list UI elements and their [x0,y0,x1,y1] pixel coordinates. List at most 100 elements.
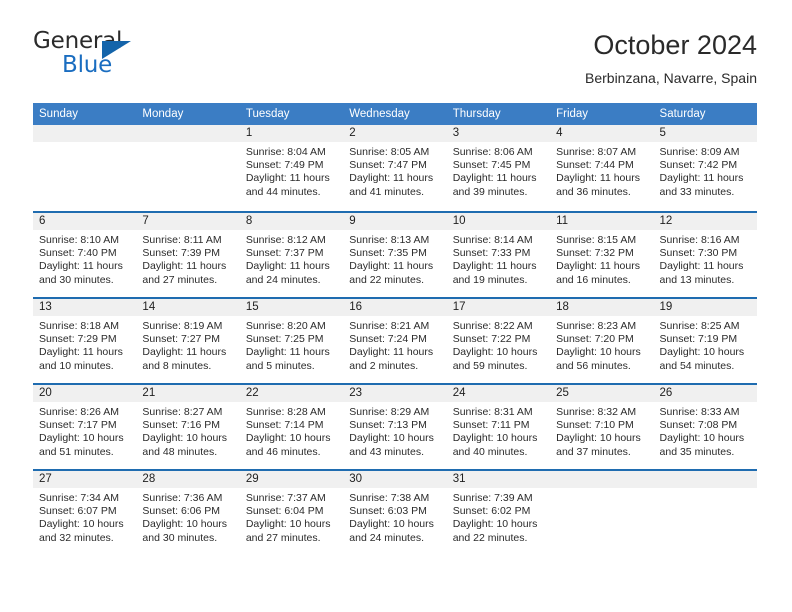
day-cell-14[interactable]: 14 Sunrise: 8:19 AM Sunset: 7:27 PM Dayligh… [136,299,240,383]
day-cell-20[interactable]: 20 Sunrise: 8:26 AM Sunset: 7:17 PM Dayligh… [33,385,137,469]
day-cell-empty [136,125,240,211]
day-info: Sunrise: 7:36 AM Sunset: 6:06 PM Daylight:… [136,488,239,545]
weekday-header-friday: Friday [556,108,589,120]
day-cell-21[interactable]: 21 Sunrise: 8:27 AM Sunset: 7:16 PM Dayligh… [136,385,240,469]
daylight-text: Daylight: 11 hours and 10 minutes. [39,346,123,372]
daylight-text: Daylight: 11 hours and 41 minutes. [349,172,434,198]
day-cell-29[interactable]: 29 Sunrise: 7:37 AM Sunset: 6:04 PM Dayligh… [239,471,344,555]
day-number: 7 [136,213,240,230]
sunset-text: Sunset: 7:22 PM [452,333,531,346]
daylight-text: Daylight: 10 hours and 30 minutes. [142,518,228,544]
day-cell-7[interactable]: 7 Sunrise: 8:11 AM Sunset: 7:39 PM Daylight… [136,213,240,297]
day-info: Sunrise: 8:26 AM Sunset: 7:17 PM Daylight:… [33,402,136,459]
day-number: 15 [239,299,344,316]
sunset-text: Sunset: 7:20 PM [556,333,634,346]
sunrise-text: Sunrise: 8:15 AM [556,234,637,246]
day-cell-16[interactable]: 16 Sunrise: 8:21 AM Sunset: 7:24 PM Dayligh… [343,299,447,383]
day-info: Sunrise: 7:37 AM Sunset: 6:04 PM Daylight:… [240,488,343,545]
sunset-text: Sunset: 6:04 PM [245,505,324,518]
logo-text-blue: Blue [62,52,113,78]
daylight-text: Daylight: 10 hours and 32 minutes. [39,518,124,544]
day-cell-31[interactable]: 31 Sunrise: 7:39 AM Sunset: 6:02 PM Dayligh… [446,471,551,555]
general-blue-logo[interactable]: General Blue [33,28,253,86]
day-number: 17 [446,299,551,316]
day-cell-8[interactable]: 8 Sunrise: 8:12 AM Sunset: 7:37 PM Daylight… [239,213,344,297]
daylight-text: Daylight: 10 hours and 22 minutes. [452,518,538,544]
sunrise-text: Sunrise: 7:38 AM [349,492,430,504]
day-number: 30 [343,471,447,488]
sunset-text: Sunset: 7:16 PM [142,419,221,432]
daylight-text: Daylight: 11 hours and 22 minutes. [349,260,434,286]
sunset-text: Sunset: 7:35 PM [349,247,427,260]
daylight-text: Daylight: 11 hours and 2 minutes. [349,346,434,372]
day-cell-28[interactable]: 28 Sunrise: 7:36 AM Sunset: 6:06 PM Dayligh… [136,471,240,555]
sunset-text: Sunset: 7:32 PM [556,247,634,260]
day-number: 12 [653,213,757,230]
day-cell-18[interactable]: 18 Sunrise: 8:23 AM Sunset: 7:20 PM Dayligh… [550,299,654,383]
day-cell-26[interactable]: 26 Sunrise: 8:33 AM Sunset: 7:08 PM Dayligh… [653,385,757,469]
page-title: October 2024 [593,30,757,60]
day-cell-15[interactable]: 15 Sunrise: 8:20 AM Sunset: 7:25 PM Dayligh… [239,299,344,383]
day-number: 14 [136,299,240,316]
sunset-text: Sunset: 7:11 PM [452,419,530,432]
daylight-text: Daylight: 11 hours and 24 minutes. [245,260,330,286]
day-cell-13[interactable]: 13 Sunrise: 8:18 AM Sunset: 7:29 PM Dayligh… [33,299,137,383]
sunset-text: Sunset: 7:10 PM [556,419,634,432]
day-info: Sunrise: 8:11 AM Sunset: 7:39 PM Daylight:… [136,230,239,287]
day-cell-1[interactable]: 1 Sunrise: 8:04 AM Sunset: 7:49 PM Daylight… [239,125,344,211]
day-number: 5 [653,125,757,142]
sunset-text: Sunset: 6:06 PM [142,505,221,518]
weekday-header-row: Sunday Monday Tuesday Wednesday Thursday Frid… [33,103,757,125]
day-number: 2 [343,125,447,142]
day-cell-12[interactable]: 12 Sunrise: 8:16 AM Sunset: 7:30 PM Dayligh… [653,213,757,297]
day-cell-27[interactable]: 27 Sunrise: 7:34 AM Sunset: 6:07 PM Dayligh… [33,471,137,555]
sunrise-text: Sunrise: 8:26 AM [39,406,119,418]
day-number: 8 [239,213,344,230]
day-cell-17[interactable]: 17 Sunrise: 8:22 AM Sunset: 7:22 PM Dayligh… [446,299,551,383]
sunrise-text: Sunrise: 8:12 AM [245,234,326,246]
day-info: Sunrise: 8:29 AM Sunset: 7:13 PM Daylight:… [343,402,446,459]
day-cell-11[interactable]: 11 Sunrise: 8:15 AM Sunset: 7:32 PM Dayligh… [550,213,654,297]
day-cell-10[interactable]: 10 Sunrise: 8:14 AM Sunset: 7:33 PM Dayligh… [446,213,551,297]
weekday-header-wednesday: Wednesday [349,108,410,120]
day-cell-25[interactable]: 25 Sunrise: 8:32 AM Sunset: 7:10 PM Dayligh… [550,385,654,469]
day-cell-24[interactable]: 24 Sunrise: 8:31 AM Sunset: 7:11 PM Dayligh… [446,385,551,469]
sunset-text: Sunset: 7:45 PM [452,159,531,172]
day-cell-23[interactable]: 23 Sunrise: 8:29 AM Sunset: 7:13 PM Dayligh… [343,385,447,469]
day-number [550,471,654,488]
sunset-text: Sunset: 6:07 PM [39,505,117,518]
day-info: Sunrise: 8:20 AM Sunset: 7:25 PM Daylight:… [240,316,343,373]
day-cell-5[interactable]: 5 Sunrise: 8:09 AM Sunset: 7:42 PM Daylight… [653,125,757,211]
daylight-text: Daylight: 10 hours and 40 minutes. [452,432,538,458]
sunset-text: Sunset: 6:02 PM [452,505,531,518]
calendar-page: General Blue October 2024 Berbinzana, Na… [0,0,792,612]
day-cell-4[interactable]: 4 Sunrise: 8:07 AM Sunset: 7:44 PM Daylight… [550,125,654,211]
daylight-text: Daylight: 10 hours and 54 minutes. [659,346,745,372]
calendar-week-row: 6 Sunrise: 8:10 AM Sunset: 7:40 PM Daylight… [33,211,757,297]
day-cell-2[interactable]: 2 Sunrise: 8:05 AM Sunset: 7:47 PM Daylight… [343,125,447,211]
calendar-week-row: 13 Sunrise: 8:18 AM Sunset: 7:29 PM Dayligh… [33,297,757,383]
sunrise-text: Sunrise: 7:34 AM [39,492,119,504]
calendar-weeks: 1 Sunrise: 8:04 AM Sunset: 7:49 PM Daylight… [33,125,757,555]
day-cell-3[interactable]: 3 Sunrise: 8:06 AM Sunset: 7:45 PM Daylight… [446,125,551,211]
sunset-text: Sunset: 7:33 PM [452,247,531,260]
day-cell-19[interactable]: 19 Sunrise: 8:25 AM Sunset: 7:19 PM Dayligh… [653,299,757,383]
day-info: Sunrise: 8:21 AM Sunset: 7:24 PM Daylight:… [343,316,446,373]
day-number: 11 [550,213,654,230]
day-cell-6[interactable]: 6 Sunrise: 8:10 AM Sunset: 7:40 PM Daylight… [33,213,137,297]
day-cell-22[interactable]: 22 Sunrise: 8:28 AM Sunset: 7:14 PM Dayligh… [239,385,344,469]
sunrise-text: Sunrise: 8:19 AM [142,320,223,332]
sunrise-text: Sunrise: 8:31 AM [452,406,533,418]
day-info: Sunrise: 8:15 AM Sunset: 7:32 PM Daylight:… [550,230,653,287]
day-number: 3 [446,125,551,142]
sunrise-text: Sunrise: 8:20 AM [245,320,326,332]
sunrise-text: Sunrise: 8:04 AM [245,146,326,158]
daylight-text: Daylight: 11 hours and 44 minutes. [245,172,330,198]
day-cell-9[interactable]: 9 Sunrise: 8:13 AM Sunset: 7:35 PM Daylight… [343,213,447,297]
day-cell-30[interactable]: 30 Sunrise: 7:38 AM Sunset: 6:03 PM Dayligh… [343,471,447,555]
sunrise-text: Sunrise: 8:25 AM [659,320,740,332]
calendar-week-row: 20 Sunrise: 8:26 AM Sunset: 7:17 PM Dayligh… [33,383,757,469]
day-number: 31 [446,471,551,488]
daylight-text: Daylight: 11 hours and 13 minutes. [659,260,744,286]
weekday-header-saturday: Saturday [659,108,706,120]
